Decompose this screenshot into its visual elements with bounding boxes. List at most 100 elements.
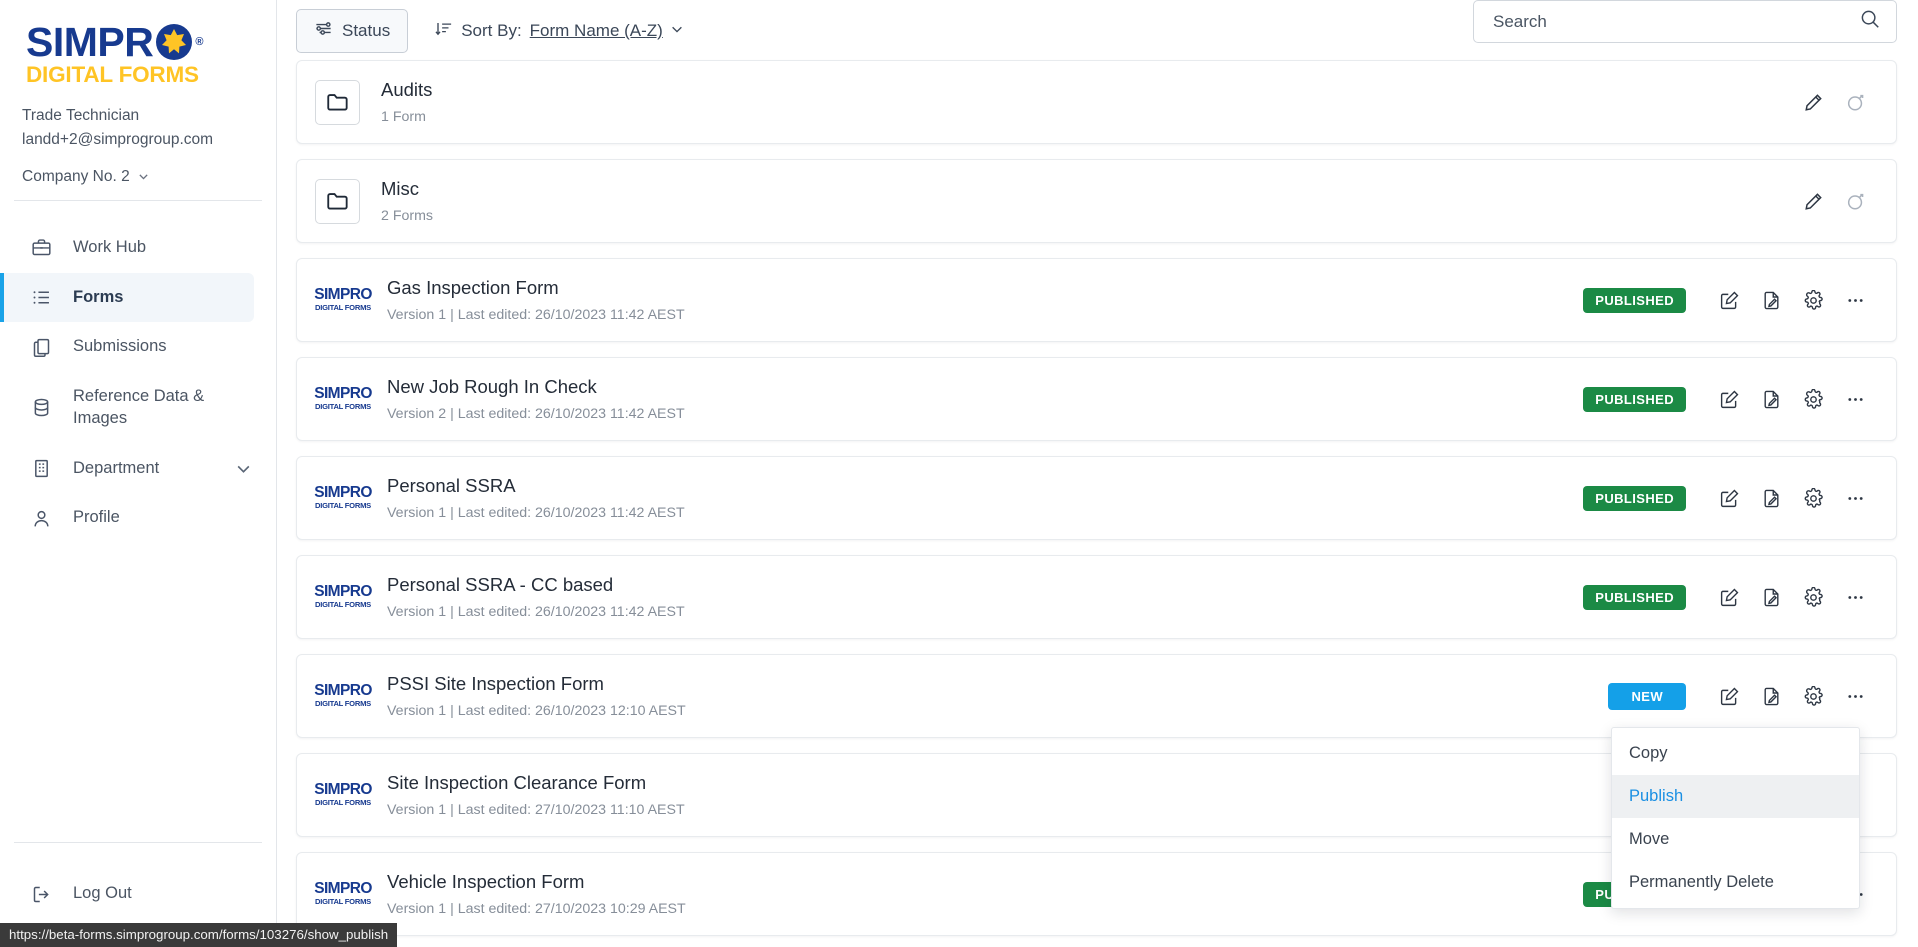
edit-document-icon[interactable] [1750,576,1792,618]
brand-name-bottom: DIGITAL FORMS [26,62,199,87]
more-options-icon[interactable] [1834,576,1876,618]
form-text: Vehicle Inspection Form Version 1 | Last… [387,870,1583,918]
folder-count: 1 Form [381,108,426,125]
context-menu-item-permanently-delete[interactable]: Permanently Delete [1612,861,1859,904]
folder-row[interactable]: Audits 1 Form [296,60,1897,144]
sidebar-item-submissions[interactable]: Submissions [0,322,276,372]
sidebar: SIMPR ® DIGITAL FORMS Trade Technician l… [0,0,277,947]
form-row[interactable]: SIMPRO DIGITAL FORMS PSSI Site Inspectio… [296,654,1897,738]
sidebar-item-log-out[interactable]: Log Out [0,869,276,919]
form-row[interactable]: SIMPRO DIGITAL FORMS Personal SSRA Versi… [296,456,1897,540]
edit-form-icon[interactable] [1708,378,1750,420]
folder-row[interactable]: Misc 2 Forms [296,159,1897,243]
folder-text: Audits 1 Form [381,78,1792,126]
sort-descending-icon [435,20,453,43]
simpro-form-logo: SIMPRO DIGITAL FORMS [314,287,372,314]
sort-by-control[interactable]: Sort By: Form Name (A-Z) [435,20,684,43]
history-circle-icon[interactable] [1834,180,1876,222]
context-menu-item-copy[interactable]: Copy [1612,732,1859,775]
form-name: Vehicle Inspection Form [387,870,585,892]
edit-pencil-icon[interactable] [1792,180,1834,222]
status-badge: PUBLISHED [1583,485,1686,511]
more-options-icon[interactable] [1834,477,1876,519]
gear-icon[interactable] [1792,279,1834,321]
form-row[interactable]: SIMPRO DIGITAL FORMS New Job Rough In Ch… [296,357,1897,441]
edit-form-icon[interactable] [1708,576,1750,618]
form-name: PSSI Site Inspection Form [387,672,604,694]
folder-icon [315,79,360,125]
form-text: Personal SSRA - CC based Version 1 | Las… [387,573,1583,621]
form-row[interactable]: SIMPRO DIGITAL FORMS Gas Inspection Form… [296,258,1897,342]
status-filter-button[interactable]: Status [296,9,409,53]
folder-actions [1792,81,1876,123]
more-options-icon[interactable] [1834,378,1876,420]
form-actions: NEW [1608,675,1876,717]
edit-document-icon[interactable] [1750,279,1792,321]
search-input[interactable] [1493,11,1859,32]
gear-icon[interactable] [1792,477,1834,519]
status-badge: PUBLISHED [1583,386,1686,412]
gear-icon[interactable] [1792,576,1834,618]
sidebar-item-forms[interactable]: Forms [0,272,254,323]
form-logo-top: SIMPRO [314,582,372,600]
edit-form-icon[interactable] [1708,279,1750,321]
sort-by-label: Sort By: [461,21,522,40]
sidebar-item-work-hub[interactable]: Work Hub [0,223,276,273]
chevron-down-icon [137,170,150,183]
registered-mark: ® [195,35,203,48]
context-menu-item-move[interactable]: Move [1612,818,1859,861]
sidebar-item-profile[interactable]: Profile [0,493,276,543]
status-bar-url: https://beta-forms.simprogroup.com/forms… [0,923,398,947]
sidebar-item-label: Department [73,458,160,477]
form-actions: PUBLISHED [1583,378,1876,420]
more-options-icon[interactable] [1834,279,1876,321]
form-row[interactable]: SIMPRO DIGITAL FORMS Personal SSRA - CC … [296,555,1897,639]
form-logo-bottom: DIGITAL FORMS [315,699,371,709]
list-icon [30,287,52,308]
gear-icon[interactable] [1792,378,1834,420]
simpro-form-logo: SIMPRO DIGITAL FORMS [314,386,372,413]
context-menu-item-publish[interactable]: Publish [1612,775,1859,819]
edit-form-icon[interactable] [1708,675,1750,717]
context-menu[interactable]: Copy Publish Move Permanently Delete [1611,727,1860,910]
form-text: Gas Inspection Form Version 1 | Last edi… [387,276,1583,324]
user-email: landd+2@simprogroup.com [22,130,214,148]
simpro-form-logo: SIMPRO DIGITAL FORMS [314,881,372,908]
form-text: Personal SSRA Version 1 | Last edited: 2… [387,474,1583,522]
simpro-form-logo: SIMPRO DIGITAL FORMS [314,485,372,512]
edit-document-icon[interactable] [1750,675,1792,717]
status-filter-label: Status [342,21,391,40]
sort-by-value[interactable]: Form Name (A-Z) [530,21,684,41]
edit-document-icon[interactable] [1750,477,1792,519]
simpro-form-logo: SIMPRO DIGITAL FORMS [314,683,372,710]
form-text: PSSI Site Inspection Form Version 1 | La… [387,672,1608,720]
more-options-icon[interactable] [1834,675,1876,717]
form-meta: Version 1 | Last edited: 26/10/2023 11:4… [387,504,685,521]
status-badge: NEW [1608,682,1686,710]
edit-form-icon[interactable] [1708,477,1750,519]
folder-name: Audits [381,78,433,100]
search-icon[interactable] [1859,8,1881,35]
user-icon [30,508,52,529]
sidebar-item-label: Submissions [73,337,167,356]
sidebar-nav: Work Hub Forms Submissions Reference Dat… [0,223,276,543]
form-actions: PUBLISHED [1583,576,1876,618]
form-meta: Version 2 | Last edited: 26/10/2023 11:4… [387,405,685,422]
edit-pencil-icon[interactable] [1792,81,1834,123]
filter-sliders-icon [314,19,333,43]
form-text: New Job Rough In Check Version 2 | Last … [387,375,1583,423]
gear-icon[interactable] [1792,675,1834,717]
form-logo-bottom: DIGITAL FORMS [315,303,371,313]
form-logo-bottom: DIGITAL FORMS [315,798,371,808]
edit-document-icon[interactable] [1750,378,1792,420]
user-role: Trade Technician [22,106,140,124]
briefcase-icon [30,237,52,258]
sidebar-item-department[interactable]: Department [0,444,276,494]
sidebar-item-reference-data-images[interactable]: Reference Data & Images [0,372,276,444]
chevron-down-icon[interactable] [235,460,258,477]
company-selector[interactable]: Company No. 2 [0,152,276,200]
history-circle-icon[interactable] [1834,81,1876,123]
logout-icon [30,884,52,905]
form-meta: Version 1 | Last edited: 26/10/2023 11:4… [387,306,685,323]
search-box[interactable] [1473,0,1897,43]
